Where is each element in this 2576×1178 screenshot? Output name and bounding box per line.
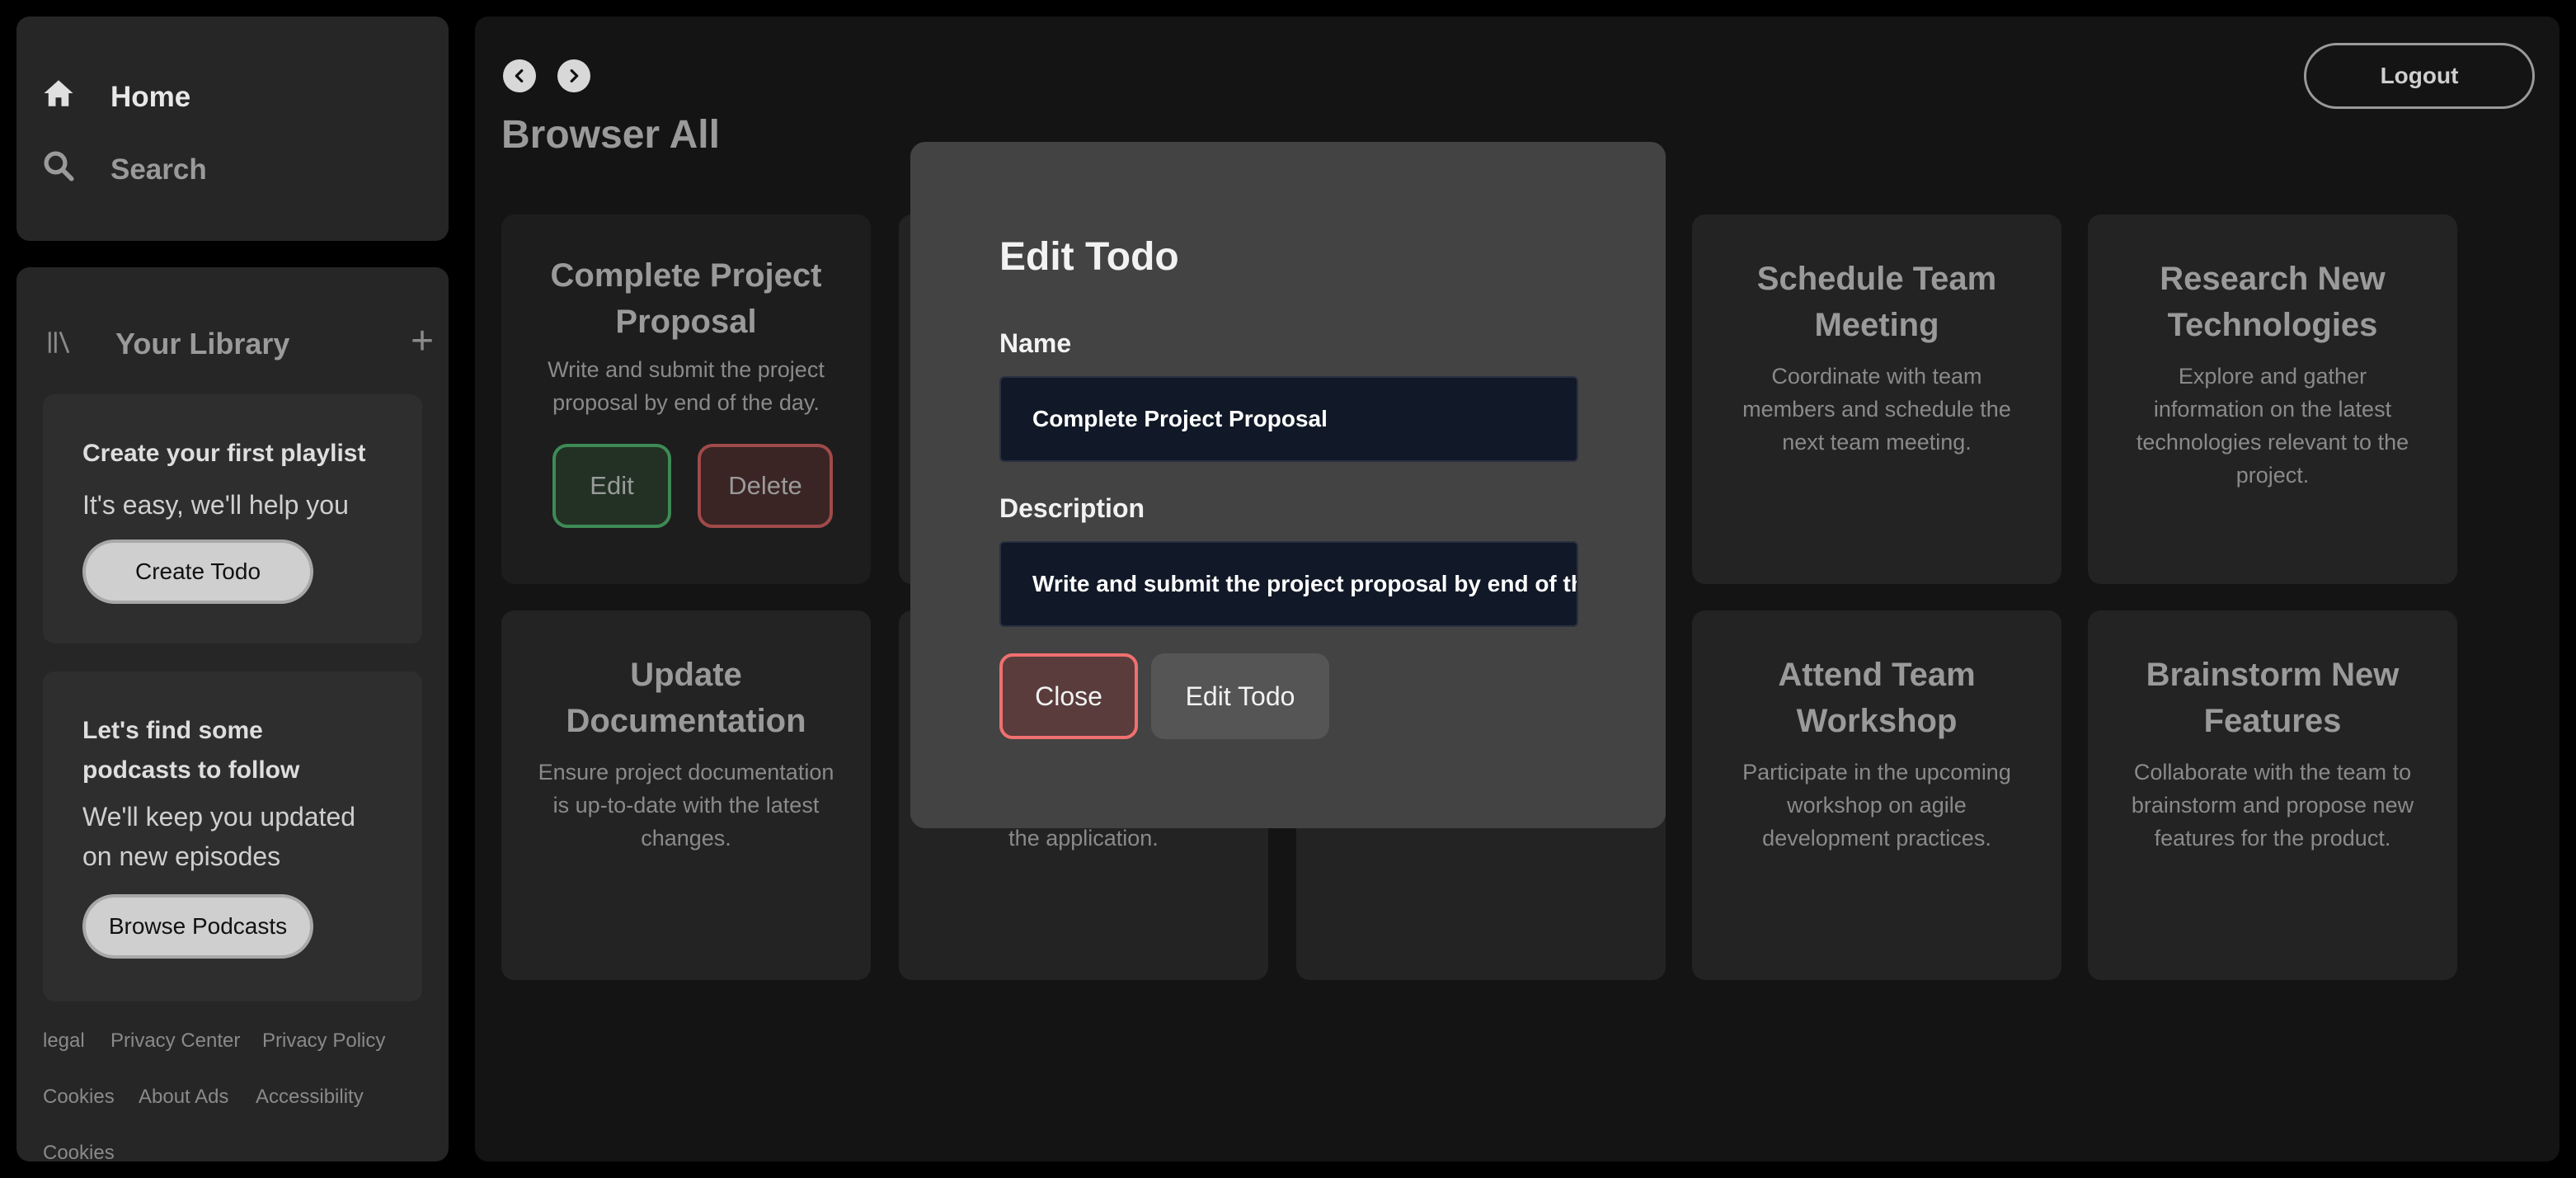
forward-button[interactable]	[557, 59, 590, 92]
library-icon	[46, 328, 74, 360]
delete-button[interactable]: Delete	[698, 444, 833, 528]
todo-title-line2: Technologies	[2167, 307, 2378, 343]
todo-title-line1: Attend Team	[1778, 657, 1976, 693]
footer-link-legal[interactable]: legal	[43, 1030, 85, 1053]
logout-button[interactable]: Logout	[2304, 43, 2535, 109]
footer-link-privacy-policy[interactable]: Privacy Policy	[262, 1030, 385, 1053]
todo-desc-line3: changes.	[641, 826, 731, 851]
chevron-right-icon	[570, 68, 579, 83]
edit-todo-submit-button[interactable]: Edit Todo	[1151, 653, 1329, 739]
todo-desc-line1: Explore and gather	[2178, 364, 2367, 389]
nav-home-label: Home	[110, 80, 191, 113]
todo-desc-line2: brainstorm and propose new	[2131, 793, 2414, 818]
description-input[interactable]: Write and submit the project proposal by…	[999, 541, 1578, 627]
name-label: Name	[999, 328, 1072, 358]
close-button[interactable]: Close	[999, 653, 1138, 739]
browse-podcasts-button[interactable]: Browse Podcasts	[82, 894, 313, 959]
nav-panel: Home Search	[16, 16, 449, 241]
footer-link-cookies-2[interactable]: Cookies	[43, 1142, 115, 1165]
edit-todo-modal: Edit Todo Name Complete Project Proposal…	[910, 142, 1666, 828]
home-icon	[41, 76, 76, 118]
todo-title-line1: Schedule Team	[1756, 261, 1997, 297]
todo-desc-line3: next team meeting.	[1782, 430, 1972, 455]
playlist-card-subtitle: It's easy, we'll help you	[82, 490, 349, 520]
todo-title-line1: Update	[630, 657, 742, 693]
library-label: Your Library	[115, 327, 290, 360]
todo-desc-line1: Collaborate with the team to	[2133, 760, 2412, 785]
todo-desc-line2: proposal by end of the day.	[552, 390, 820, 415]
description-label: Description	[999, 493, 1145, 523]
podcast-card-subtitle-2: on new episodes	[82, 841, 281, 871]
todo-title-line1: Complete Project	[550, 257, 822, 294]
modal-title: Edit Todo	[999, 235, 1179, 279]
todo-title-line2: Proposal	[615, 304, 757, 340]
name-input[interactable]: Complete Project Proposal	[999, 376, 1578, 462]
todo-desc-line2: information on the latest	[2153, 397, 2392, 422]
todo-desc-line3: features for the product.	[2154, 826, 2391, 851]
todo-desc-line3: development practices.	[1762, 826, 1991, 851]
todo-desc-line1: Ensure project documentation	[538, 760, 834, 785]
todo-title-line2: Documentation	[566, 703, 806, 739]
chevron-left-icon	[515, 68, 524, 83]
podcast-card-subtitle-1: We'll keep you updated	[82, 802, 356, 832]
create-todo-button[interactable]: Create Todo	[82, 540, 313, 604]
edit-button[interactable]: Edit	[552, 444, 671, 528]
todo-title-line1: Brainstorm New	[2146, 657, 2400, 693]
todo-desc-line3: technologies relevant to the	[2136, 430, 2409, 455]
todo-card: Research New Technologies Explore and ga…	[2088, 214, 2457, 584]
nav-search-label: Search	[110, 153, 207, 186]
todo-desc-line4: project.	[2235, 463, 2310, 488]
todo-card: Complete Project Proposal Write and subm…	[501, 214, 871, 584]
nav-home[interactable]: Home	[41, 76, 190, 118]
todo-title-line2: Features	[2203, 703, 2342, 739]
todo-card: Update Documentation Ensure project docu…	[501, 610, 871, 980]
todo-desc-line1: Coordinate with team	[1771, 364, 1982, 389]
todo-title-line2: Meeting	[1814, 307, 1939, 343]
podcast-card: Let's find some podcasts to follow We'll…	[43, 671, 422, 1001]
todo-desc-line2: workshop on agile	[1787, 793, 1967, 818]
search-icon	[41, 148, 76, 191]
todo-desc-line1: Participate in the upcoming	[1742, 760, 2011, 785]
nav-search[interactable]: Search	[41, 148, 207, 191]
todo-card: Attend Team Workshop Participate in the …	[1692, 610, 2061, 980]
back-button[interactable]	[503, 59, 536, 92]
todo-desc-line2: is up-to-date with the latest	[552, 793, 820, 818]
add-icon[interactable]: +	[411, 318, 434, 364]
library-panel: Your Library + Create your first playlis…	[16, 267, 449, 1165]
todo-title-line1: Research New	[2160, 261, 2386, 297]
podcast-card-title-1: Let's find some	[82, 717, 263, 744]
todo-desc-line1: Write and submit the project	[548, 357, 825, 382]
page-title: Browser All	[501, 113, 720, 157]
footer-link-cookies[interactable]: Cookies	[43, 1086, 115, 1109]
todo-title-line2: Workshop	[1796, 703, 1958, 739]
todo-desc-line2: members and schedule the	[1742, 397, 2011, 422]
todo-card: Schedule Team Meeting Coordinate with te…	[1692, 214, 2061, 584]
podcast-card-title-2: podcasts to follow	[82, 756, 300, 784]
playlist-card: Create your first playlist It's easy, we…	[43, 394, 422, 643]
footer-link-privacy-center[interactable]: Privacy Center	[110, 1030, 240, 1053]
footer-link-about-ads[interactable]: About Ads	[139, 1086, 228, 1109]
footer-link-accessibility[interactable]: Accessibility	[256, 1086, 364, 1109]
todo-card: Brainstorm New Features Collaborate with…	[2088, 610, 2457, 980]
playlist-card-title: Create your first playlist	[82, 440, 366, 467]
library-header[interactable]: Your Library +	[46, 319, 434, 365]
